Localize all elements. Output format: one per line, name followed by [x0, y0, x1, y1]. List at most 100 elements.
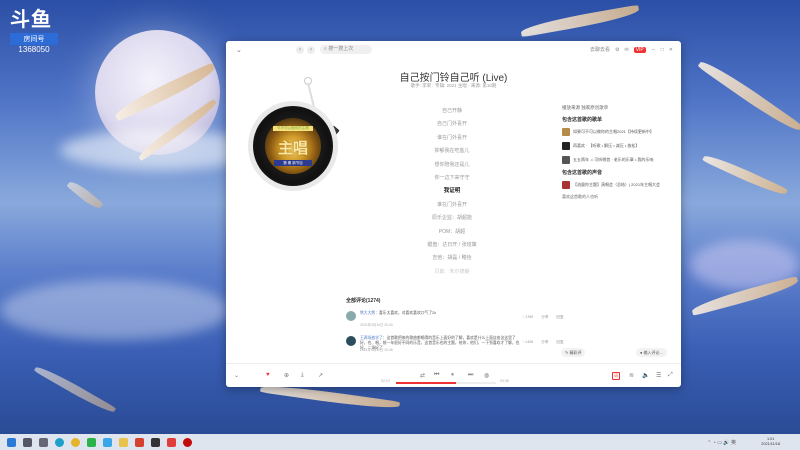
comment-body: ：喜乐太喜欢，对喜欢喜欢口气了2k [375, 311, 437, 315]
share-icon[interactable]: 分享 [541, 315, 548, 320]
avatar[interactable] [346, 336, 356, 346]
forward-arrow-icon[interactable]: › [307, 46, 315, 54]
lyric-line: 贝斯：朱尔德朗 [434, 268, 470, 275]
music-player-window: ⌄ ‹ › ⌕ 搜一搜上次 去聊去看 ⚙ ✉ VIP － □ ✕ 自己按门铃自己… [226, 41, 681, 387]
login-link[interactable]: 去聊去看 [590, 46, 610, 53]
search-icon[interactable] [23, 437, 32, 447]
time-current: 02:10 [381, 379, 390, 383]
collapse-chevron-icon[interactable]: ⌄ [236, 46, 242, 54]
room-label: 房间号 [10, 33, 58, 45]
avatar[interactable] [346, 311, 356, 321]
explorer-icon[interactable] [119, 437, 128, 447]
comment-text: 熊大大熊：喜乐太喜欢，对喜欢喜欢口气了2k [360, 311, 520, 316]
playlist-item[interactable]: 再喜欢 · 【听歌 • 解压 • 减压 • 放松】 [562, 140, 674, 151]
task-view-icon[interactable] [39, 437, 48, 447]
mail-icon[interactable]: ✉ [624, 47, 628, 53]
comments-title: 全部评论(1274) [346, 298, 381, 304]
wechat-icon[interactable] [87, 437, 96, 447]
wallpaper-feather [697, 56, 800, 136]
hot-comments-button[interactable]: ✎ 精彩评 [561, 348, 586, 357]
comment-user[interactable]: 王两场放学了 [360, 336, 383, 340]
lyric-line: 键盘：达日开 / 张班策 [427, 241, 477, 248]
progress-fill [396, 382, 456, 384]
song-subtitle: 歌手: 李荣 · 专辑: 2021 主唱 · 来源: 第10期 [410, 83, 497, 88]
like-count[interactable]: ♡1408 [522, 340, 533, 345]
windows-start-icon[interactable] [7, 437, 16, 447]
vip-badge[interactable]: VIP [633, 46, 646, 53]
time-total: 03:38 [500, 379, 509, 383]
volume-icon[interactable]: 🔈 [642, 372, 649, 379]
reply-icon[interactable]: 回复 [556, 315, 563, 320]
playlist-label: 如果可不可以做你的主唱2021【持续更新中】 [573, 128, 654, 134]
collapse-icon[interactable]: ⌄ [234, 372, 239, 379]
sound-effect-icon[interactable]: ≋ [629, 372, 634, 379]
playlist-item[interactable]: 五五两年 ♫ 可听哪首 · 老乐的乐章 • 我的乐响 [562, 154, 674, 165]
search-placeholder: 搜一搜上次 [328, 46, 354, 52]
maximize-icon[interactable]: □ [661, 47, 664, 53]
comment-user[interactable]: 熊大大熊 [360, 311, 375, 315]
comment-item: 王两场放学了：这首歌把来的歌曲都唱得的音乐上面好的了解，喜欢是什么上面自由这这里… [346, 335, 681, 358]
netease-music-icon[interactable] [183, 437, 192, 447]
window-topbar: ⌄ ‹ › ⌕ 搜一搜上次 去聊去看 ⚙ ✉ VIP － □ ✕ [226, 41, 681, 59]
reply-icon[interactable]: 回复 [556, 340, 563, 345]
share-icon[interactable]: ↗ [318, 372, 323, 379]
comment-time: 2021年4月10日 20:40 [360, 323, 393, 327]
room-id: 1368050 [18, 45, 50, 54]
qq-icon[interactable] [103, 437, 112, 447]
playlist-thumb [562, 127, 570, 136]
wallpaper-feather [66, 178, 104, 212]
playlist-label: 五五两年 ♫ 可听哪首 · 老乐的乐章 • 我的乐响 [573, 156, 654, 162]
douyu-logo: 斗鱼 [10, 9, 52, 31]
playlist-thumb [562, 141, 570, 150]
search-input[interactable]: ⌕ 搜一搜上次 [320, 45, 372, 54]
play-source[interactable]: 播放来源 独家原创歌单 [562, 105, 674, 111]
fullscreen-icon[interactable]: ⤢ [668, 372, 673, 379]
vinyl-disc[interactable]: 可不可以做你的主唱 主唱 第 期 新节目 [248, 101, 338, 191]
close-icon[interactable]: ✕ [669, 47, 673, 53]
sound-item[interactable]: 【流量你主题】演唱会（总结）| 2021年主唱大会 [562, 179, 674, 190]
like-count[interactable]: ♡1789 [522, 315, 533, 320]
lyric-line: POM：胡超 [438, 228, 466, 235]
douyu-overlay: 斗鱼 房间号 1368050 [10, 10, 58, 54]
collect-icon[interactable]: ⊕ [284, 372, 289, 379]
pause-icon[interactable]: ⏸ [451, 372, 454, 379]
minimize-icon[interactable]: － [651, 46, 656, 53]
app-icon[interactable] [167, 437, 176, 447]
previous-icon[interactable]: ⏮ [434, 372, 439, 379]
system-clock[interactable]: 1:01 2021/11/18 [761, 437, 780, 447]
clock-date: 2021/11/18 [761, 442, 780, 446]
app-icon[interactable] [135, 437, 144, 447]
lyric-line: 自己门外喜开 [436, 121, 467, 128]
cover-main-text: 主唱 [277, 140, 308, 157]
settings-icon[interactable]: ⚙ [615, 47, 619, 53]
taskbar: ⌃ ◔ ▭ 🔊 英 1:01 2021/11/18 [0, 434, 800, 450]
like-heart-icon[interactable]: ♥ [266, 372, 270, 378]
playlist-item[interactable]: 如果可不可以做你的主唱2021【持续更新中】 [562, 126, 674, 137]
comment-input[interactable]: ● 输入评论... [636, 348, 667, 357]
lyric-line: 你一边下来守守 [434, 174, 470, 181]
progress-bar[interactable] [396, 382, 496, 384]
lyric-toggle-button[interactable]: 词 [612, 372, 620, 380]
cover-top-text: 可不可以做你的主唱 [273, 126, 313, 131]
cover-bottom-text: 第 期 新节目 [274, 160, 312, 166]
chrome-icon[interactable] [71, 437, 80, 447]
sound-label: 【流量你主题】演唱会（总结）| 2021年主唱大会 [573, 181, 661, 187]
fm-icon[interactable]: ◍ [484, 372, 489, 379]
wallpaper-cloud [0, 280, 230, 340]
share-icon[interactable]: 分享 [541, 340, 548, 345]
topbar-controls: 去聊去看 ⚙ ✉ VIP － □ ✕ [590, 46, 673, 53]
tray-icons[interactable]: ⌃ ◔ ▭ 🔊 英 [707, 439, 736, 446]
download-icon[interactable]: ⤓ [301, 372, 304, 379]
related-panel: 播放来源 独家原创歌单 包含这首歌的歌单 如果可不可以做你的主唱2021【持续更… [562, 105, 674, 200]
app-icon[interactable] [151, 437, 160, 447]
edge-browser-icon[interactable] [55, 437, 64, 447]
back-arrow-icon[interactable]: ‹ [296, 46, 304, 54]
lyric-line: 想你陪我还是儿 [434, 161, 470, 168]
playlists-heading: 包含这首歌的歌单 [562, 117, 603, 123]
next-icon[interactable]: ⏭ [468, 372, 473, 379]
lyrics-panel[interactable]: 自己开静 自己门外喜开 谁在门外喜开 抑郁我在吃盐儿 想你陪我还是儿 你一边下来守守 我证明… [396, 105, 508, 279]
also-listen-link[interactable]: 喜欢这首歌的人也听 [562, 194, 674, 200]
playlist-icon[interactable]: ☰ [656, 372, 661, 379]
lyric-line: 抑郁我在吃盐儿 [434, 148, 470, 155]
shuffle-icon[interactable]: ⇄ [420, 372, 425, 379]
